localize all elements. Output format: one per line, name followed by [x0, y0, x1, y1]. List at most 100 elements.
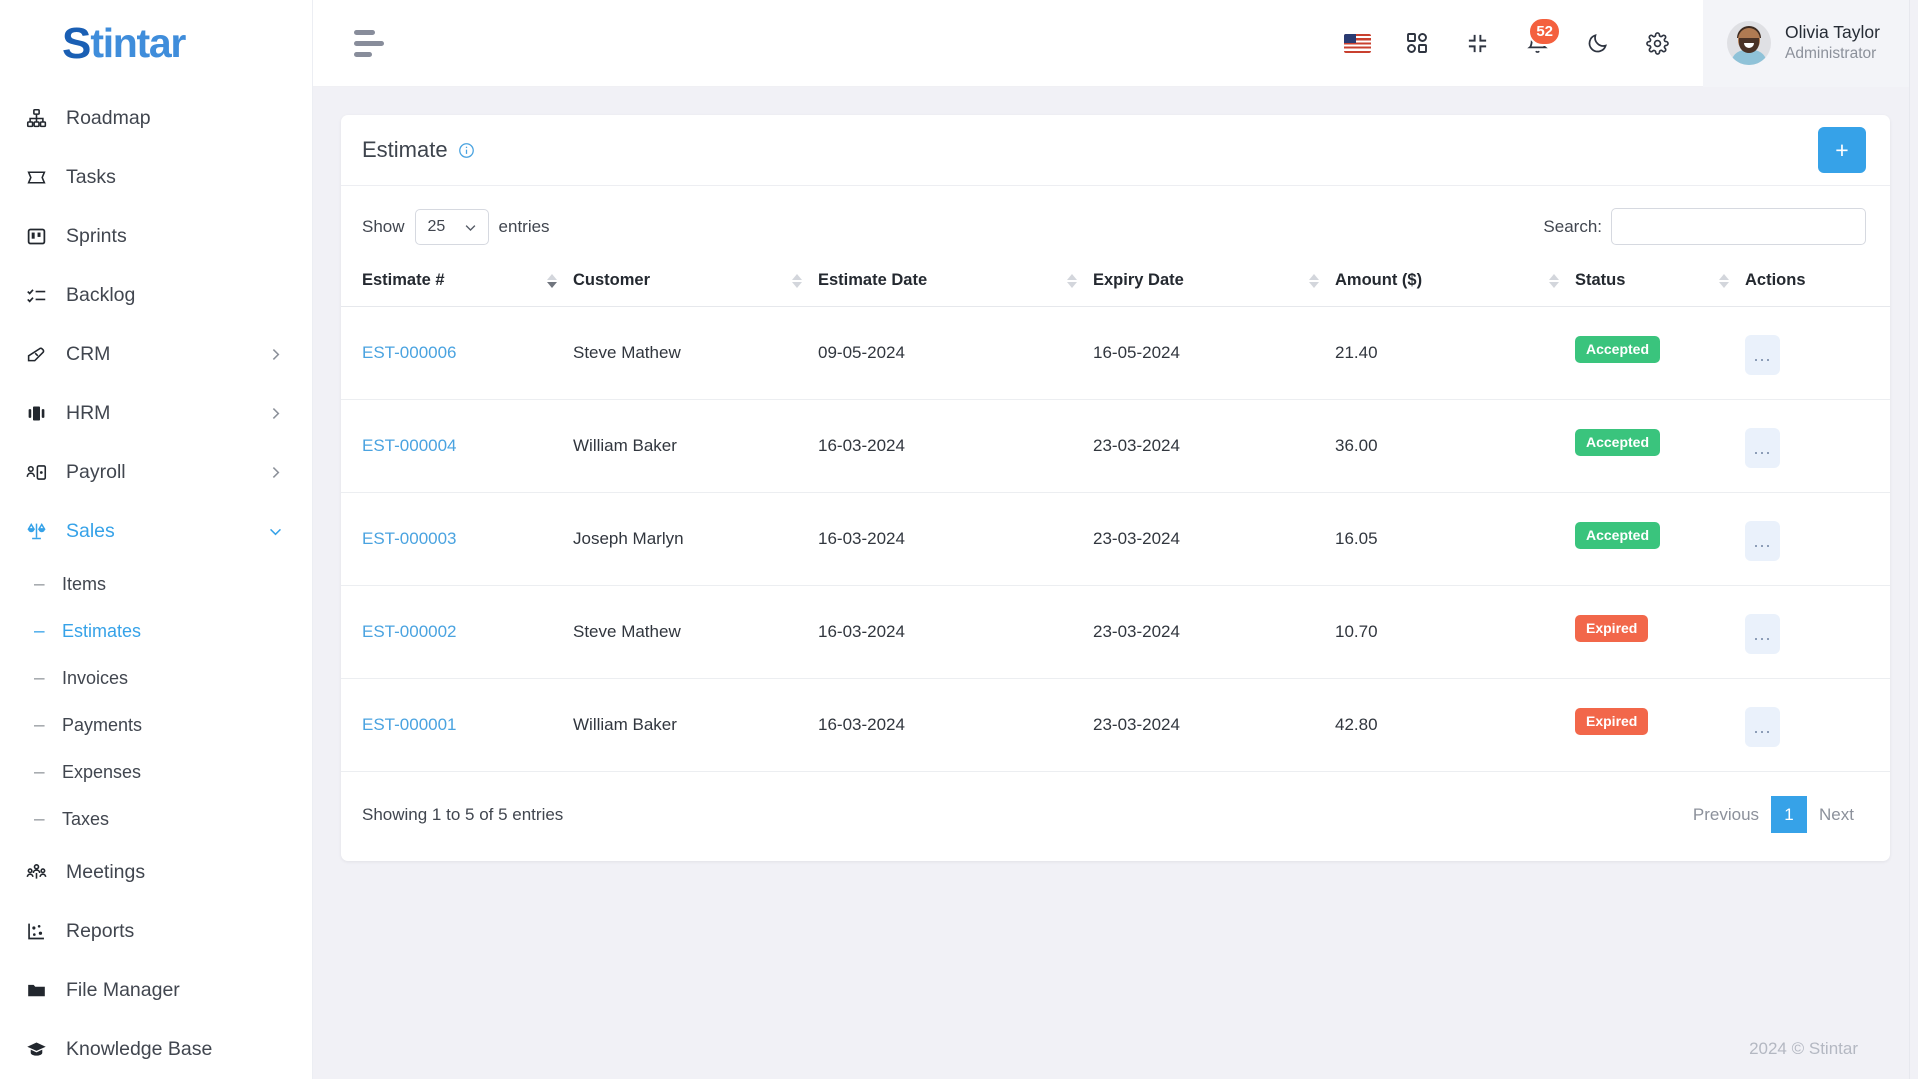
row-actions-button[interactable]: ...	[1745, 335, 1780, 375]
column-header-customer[interactable]: Customer	[573, 261, 818, 307]
sidebar-item-label: Meetings	[66, 861, 146, 883]
row-actions-button[interactable]: ...	[1745, 521, 1780, 561]
cell-expiry-date: 23-03-2024	[1093, 678, 1335, 772]
column-header-estimate[interactable]: Estimate #	[341, 261, 573, 307]
estimate-link[interactable]: EST-000002	[362, 622, 457, 641]
pagination-previous[interactable]: Previous	[1681, 796, 1771, 833]
sidebar-item-knowledge-base[interactable]: Knowledge Base	[0, 1020, 312, 1079]
sidebar-item-crm[interactable]: CRM	[0, 325, 312, 384]
column-label: Actions	[1745, 271, 1806, 289]
topbar-icons: 52	[1327, 13, 1687, 73]
status-badge: Accepted	[1575, 428, 1661, 456]
content-area: Estimate + Show 25 entries Search: Estim…	[313, 87, 1918, 1019]
sidebar-item-file-manager[interactable]: File Manager	[0, 961, 312, 1020]
bell-icon[interactable]: 52	[1507, 13, 1567, 73]
sidebar-subitem-invoices[interactable]: – Invoices	[0, 655, 312, 702]
cell-amount: 36.00	[1335, 399, 1575, 493]
folder-icon	[26, 980, 60, 1001]
sidebar-item-reports[interactable]: Reports	[0, 902, 312, 961]
brand-logo[interactable]: Stintar	[0, 0, 312, 87]
cell-actions: ...	[1745, 492, 1890, 586]
user-card-icon	[26, 462, 60, 483]
handshake-icon	[26, 344, 60, 365]
info-circle-icon[interactable]	[458, 142, 475, 159]
sidebar-item-payroll[interactable]: Payroll	[0, 443, 312, 502]
dash-icon: –	[34, 761, 45, 783]
language-flag-icon[interactable]	[1327, 13, 1387, 73]
row-actions-button[interactable]: ...	[1745, 707, 1780, 747]
sidebar-item-label: Tasks	[66, 166, 116, 188]
profile-name: Olivia Taylor	[1785, 21, 1880, 42]
column-label: Customer	[573, 271, 651, 289]
cell-status: Expired	[1575, 678, 1745, 772]
estimate-link[interactable]: EST-000001	[362, 715, 457, 734]
add-estimate-button[interactable]: +	[1818, 127, 1866, 173]
sidebar-item-label: Reports	[66, 920, 135, 942]
chevron-right-icon	[267, 346, 284, 363]
board-icon	[26, 226, 60, 247]
column-label: Estimate Date	[818, 271, 928, 289]
show-label: Show	[362, 216, 405, 236]
gear-icon[interactable]	[1627, 13, 1687, 73]
sidebar-nav: Roadmap Tasks Sprints Backlog CRM HRM Pa…	[0, 87, 312, 1079]
moon-icon[interactable]	[1567, 13, 1627, 73]
sidebar-item-roadmap[interactable]: Roadmap	[0, 89, 312, 148]
avatar	[1727, 21, 1771, 65]
sidebar-subitem-taxes[interactable]: – Taxes	[0, 796, 312, 843]
apps-grid-icon[interactable]	[1387, 13, 1447, 73]
ticket-icon	[26, 167, 60, 188]
estimate-link[interactable]: EST-000003	[362, 529, 457, 548]
cell-expiry-date: 23-03-2024	[1093, 585, 1335, 679]
dash-icon: –	[34, 573, 45, 595]
pagination-page-1[interactable]: 1	[1771, 796, 1808, 833]
profile-menu[interactable]: Olivia Taylor Administrator	[1703, 0, 1918, 87]
sidebar-item-sprints[interactable]: Sprints	[0, 207, 312, 266]
search-input[interactable]	[1611, 208, 1866, 245]
sidebar-subitem-payments[interactable]: – Payments	[0, 702, 312, 749]
fullscreen-exit-icon[interactable]	[1447, 13, 1507, 73]
dash-icon: –	[34, 667, 45, 689]
sidebar-subitem-items[interactable]: – Items	[0, 561, 312, 608]
sidebar-item-backlog[interactable]: Backlog	[0, 266, 312, 325]
cell-customer: Joseph Marlyn	[573, 492, 818, 586]
sidebar-item-hrm[interactable]: HRM	[0, 384, 312, 443]
sidebar-subitem-label: Expenses	[62, 762, 142, 782]
sidebar-item-label: Knowledge Base	[66, 1038, 213, 1060]
sort-arrows-icon	[1309, 273, 1319, 288]
page-title-text: Estimate	[362, 137, 448, 162]
row-actions-button[interactable]: ...	[1745, 428, 1780, 468]
estimate-link[interactable]: EST-000004	[362, 436, 457, 455]
page-title: Estimate	[362, 137, 475, 163]
cell-amount: 21.40	[1335, 306, 1575, 400]
column-label: Expiry Date	[1093, 271, 1184, 289]
estimate-link[interactable]: EST-000006	[362, 343, 457, 362]
table-row: EST-000002 Steve Mathew 16-03-2024 23-03…	[341, 585, 1890, 679]
row-actions-button[interactable]: ...	[1745, 614, 1780, 654]
checklist-icon	[26, 285, 60, 306]
sitemap-icon	[26, 108, 60, 129]
status-badge: Accepted	[1575, 521, 1661, 549]
sidebar-item-meetings[interactable]: Meetings	[0, 843, 312, 902]
cell-status: Accepted	[1575, 306, 1745, 400]
cell-amount: 10.70	[1335, 585, 1575, 679]
column-header-estimate-date[interactable]: Estimate Date	[818, 261, 1093, 307]
sidebar-item-tasks[interactable]: Tasks	[0, 148, 312, 207]
sidebar-item-sales[interactable]: Sales	[0, 502, 312, 561]
page-size-select[interactable]: 25	[414, 208, 489, 245]
notification-badge: 52	[1528, 17, 1561, 46]
pagination: Previous 1 Next	[1681, 796, 1866, 833]
sidebar-subitem-estimates[interactable]: – Estimates	[0, 608, 312, 655]
page-scrollbar[interactable]	[1909, 0, 1918, 1079]
hamburger-icon[interactable]	[354, 29, 388, 57]
column-header-amount[interactable]: Amount ($)	[1335, 261, 1575, 307]
table-header-row: Estimate # Customer Estimate Date Expiry…	[341, 261, 1890, 307]
carousel-icon	[26, 403, 60, 424]
dash-icon: –	[34, 620, 45, 642]
sidebar-subitem-expenses[interactable]: – Expenses	[0, 749, 312, 796]
cell-estimate-date: 16-03-2024	[818, 399, 1093, 493]
cell-customer: Steve Mathew	[573, 306, 818, 400]
column-header-expiry-date[interactable]: Expiry Date	[1093, 261, 1335, 307]
pagination-next[interactable]: Next	[1807, 796, 1866, 833]
column-header-status[interactable]: Status	[1575, 261, 1745, 307]
cell-estimate: EST-000003	[341, 492, 573, 586]
